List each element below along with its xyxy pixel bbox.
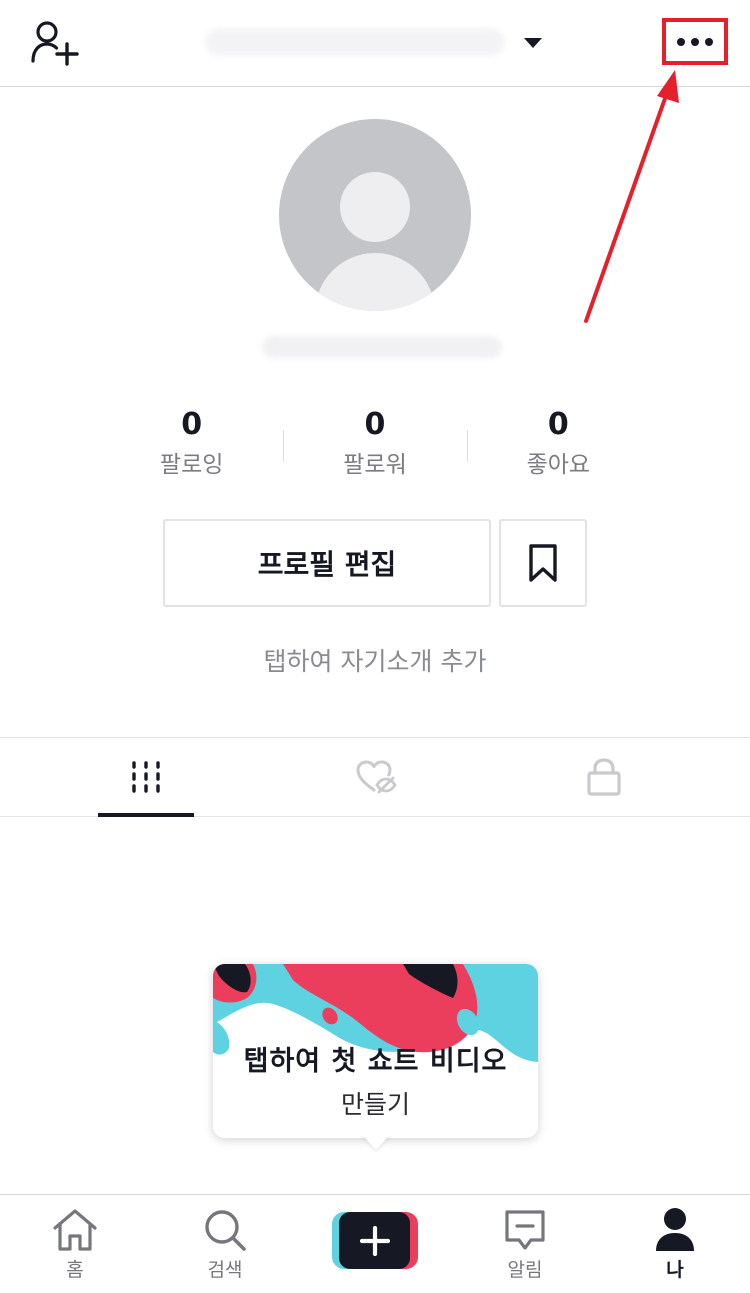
nav-search-label: 검색 [207, 1259, 243, 1281]
stat-followers[interactable]: 0 팔로워 [283, 404, 466, 484]
nav-me-label: 나 [666, 1259, 684, 1281]
nav-home-label: 홈 [66, 1259, 84, 1281]
inbox-icon [500, 1207, 550, 1253]
avatar[interactable] [279, 119, 471, 311]
nav-inbox-label: 알림 [507, 1259, 543, 1281]
edit-profile-button[interactable]: 프로필 편집 [163, 519, 491, 607]
top-bar [0, 0, 750, 87]
add-user-icon[interactable] [30, 20, 82, 68]
handle-redacted [262, 336, 502, 358]
tooltip-subtitle: 만들기 [340, 1090, 410, 1119]
username-redacted[interactable] [205, 28, 505, 56]
more-button[interactable] [662, 18, 728, 65]
tab-videos[interactable] [98, 738, 194, 816]
nav-create[interactable] [300, 1195, 450, 1293]
stat-followers-value: 0 [364, 407, 386, 442]
dot [691, 37, 699, 46]
tab-liked[interactable] [328, 738, 424, 816]
stat-following[interactable]: 0 팔로잉 [100, 404, 283, 484]
stat-likes-value: 0 [547, 407, 569, 442]
bio-prompt[interactable]: 탭하여 자기소개 추가 [0, 640, 750, 684]
home-icon [50, 1207, 100, 1253]
profile-icon [650, 1207, 700, 1253]
tab-private[interactable] [556, 738, 652, 816]
tooltip-pointer [361, 1134, 391, 1150]
active-tab-indicator [98, 813, 194, 817]
content-tabs [0, 737, 750, 817]
avatar-head [340, 172, 410, 242]
create-button[interactable] [332, 1212, 418, 1269]
profile-stats: 0 팔로잉 0 팔로워 0 좋아요 [100, 404, 650, 484]
plus-icon [339, 1212, 410, 1269]
bookmark-button[interactable] [499, 519, 587, 607]
nav-inbox[interactable]: 알림 [450, 1195, 600, 1293]
nav-search[interactable]: 검색 [150, 1195, 300, 1293]
grid-icon [132, 761, 160, 793]
stat-likes[interactable]: 0 좋아요 [466, 404, 650, 484]
lock-icon [587, 758, 621, 796]
create-video-tooltip[interactable]: 탭하여 첫 쇼트 비디오 만들기 [213, 964, 538, 1150]
nav-home[interactable]: 홈 [0, 1195, 150, 1293]
caret-down-icon[interactable] [524, 38, 542, 48]
stat-following-label: 팔로잉 [159, 452, 224, 478]
liked-hidden-icon [356, 760, 397, 794]
nav-me[interactable]: 나 [600, 1195, 750, 1293]
stat-following-value: 0 [181, 407, 203, 442]
avatar-body [315, 253, 435, 311]
bottom-nav: 홈 검색 알림 나 [0, 1194, 750, 1293]
search-icon [200, 1207, 250, 1253]
tooltip-title: 탭하여 첫 쇼트 비디오 [243, 1046, 508, 1077]
dot [677, 37, 685, 46]
bookmark-icon [529, 544, 557, 582]
stat-followers-label: 팔로워 [343, 452, 407, 478]
dot [705, 37, 713, 46]
stat-likes-label: 좋아요 [526, 452, 591, 478]
